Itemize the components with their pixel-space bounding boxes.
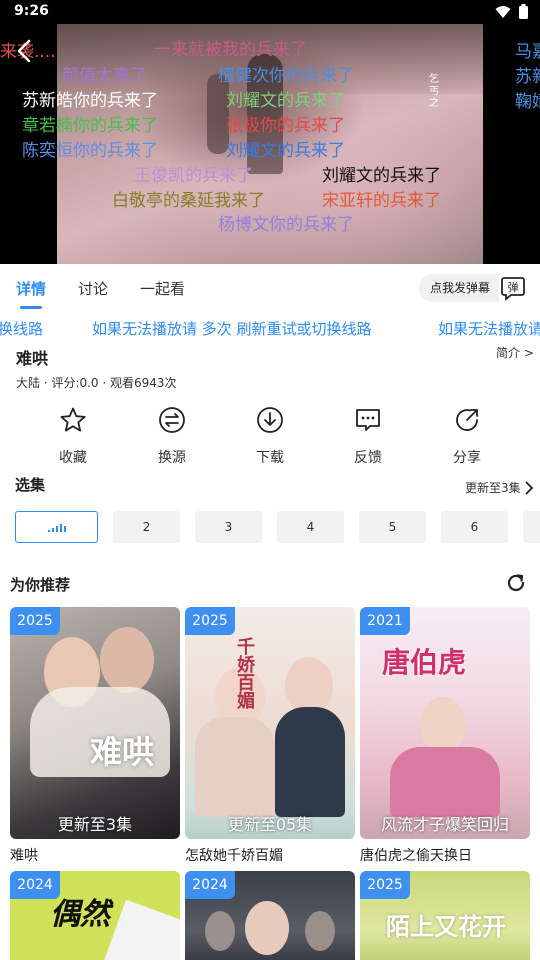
danmaku-text: 张极你的兵来了 <box>226 116 345 136</box>
status-bar: 9:26 <box>0 0 540 24</box>
card-title[interactable]: 难哄 <box>10 845 38 865</box>
poster-face <box>205 911 235 951</box>
tab-watch-together[interactable]: 一起看 <box>140 278 185 299</box>
notice-text: 换线路 <box>0 320 44 338</box>
show-title: 难哄 <box>16 349 49 368</box>
playing-bars-icon <box>47 524 66 532</box>
danmaku-text: 章若楠你的兵来了 <box>22 116 158 136</box>
poster-face <box>245 901 289 955</box>
notice-text: 如果无法播放请 <box>438 320 540 338</box>
share-button[interactable]: 分享 <box>437 406 497 467</box>
download-button[interactable]: 下载 <box>240 406 300 467</box>
feedback-label: 反馈 <box>354 450 382 466</box>
card-year-badge: 2024 <box>185 871 235 899</box>
poster-clothing <box>390 747 500 817</box>
danmaku-send-input[interactable]: 点我发弹幕 <box>419 274 499 302</box>
danmaku-text: 一来就被我的兵来了 <box>154 40 307 60</box>
poster-paper <box>98 899 180 960</box>
danmaku-text: 王俊凯的兵来了 <box>134 166 253 186</box>
recommend-card[interactable]: 2024 <box>185 871 355 960</box>
recommend-card[interactable]: 陌上又花开 2025 <box>360 871 530 960</box>
recommend-title: 为你推荐 <box>10 576 71 594</box>
danmaku-toggle-label: 弹 <box>508 280 519 294</box>
poster-clothing <box>275 707 345 817</box>
poster-face <box>305 911 335 951</box>
download-label: 下载 <box>256 450 284 466</box>
chevron-right-icon <box>525 480 533 495</box>
danmaku-text: 苏新 <box>515 67 540 87</box>
danmaku-text: 刘耀文的兵来了 <box>226 141 345 161</box>
danmaku-text: 陈奕恒你的兵来了 <box>22 141 158 161</box>
poster-face <box>100 627 154 693</box>
danmaku-text: 杨博文你的兵来了 <box>218 215 354 235</box>
share-label: 分享 <box>453 450 481 466</box>
recommend-card[interactable]: 难哄 2025 更新至3集 <box>10 607 180 839</box>
tab-active-indicator <box>20 306 42 309</box>
favorite-button[interactable]: 收藏 <box>43 406 103 467</box>
danmaku-text: 马嘉 <box>515 42 540 62</box>
card-episode-text: 更新至05集 <box>227 815 313 834</box>
card-year-badge: 2025 <box>360 871 410 899</box>
danmaku-text: 白敬亭的桑延我来了 <box>112 191 265 211</box>
danmaku-toggle-icon[interactable]: 弹 <box>500 275 526 301</box>
wifi-icon <box>495 5 511 18</box>
download-icon <box>257 407 283 433</box>
switch-source-button[interactable]: 换源 <box>142 406 202 467</box>
recommend-card[interactable]: 偶然 2024 <box>10 871 180 960</box>
danmaku-text: 檀健次你的兵来了 <box>218 66 354 86</box>
back-arrow-icon[interactable] <box>10 36 40 66</box>
poster-title-art: 难哄 <box>90 733 155 771</box>
tab-details[interactable]: 详情 <box>16 278 46 299</box>
card-year-badge: 2024 <box>10 871 60 899</box>
episode-item[interactable]: 4 <box>277 511 344 543</box>
share-icon <box>456 409 478 431</box>
feedback-button[interactable]: 反馈 <box>338 406 398 467</box>
episode-item[interactable]: 3 <box>195 511 262 543</box>
episodes-title: 选集 <box>15 476 46 494</box>
card-year-badge: 2021 <box>360 607 410 635</box>
episode-item[interactable]: 2 <box>113 511 180 543</box>
status-icons <box>495 4 528 19</box>
episodes-update-text: 更新至3集 <box>465 481 521 495</box>
card-title[interactable]: 怎敌她千娇百媚 <box>185 845 283 865</box>
card-episode-text: 风流才子爆笑回归 <box>380 815 509 834</box>
notice-marquee: 换线路 如果无法播放请 多次 刷新重试或切换线路 如果无法播放请 <box>0 316 540 340</box>
card-year-badge: 2025 <box>185 607 235 635</box>
episode-item[interactable]: 5 <box>359 511 426 543</box>
episode-current[interactable] <box>15 511 98 543</box>
video-watermark-text: 乞丐之 <box>429 74 439 109</box>
poster-title-art: 陌上又花开 <box>386 912 506 941</box>
star-icon <box>60 407 86 432</box>
poster-clothing <box>195 717 275 817</box>
danmaku-text: 颜值太高了 <box>62 66 147 86</box>
danmaku-text: 刘耀文的兵来了 <box>322 166 441 186</box>
episode-item-partial[interactable] <box>523 511 540 543</box>
recommend-card[interactable]: 唐伯虎 2021 风流才子爆笑回归 <box>360 607 530 839</box>
switch-source-label: 换源 <box>158 450 186 466</box>
episodes-update-link[interactable]: 更新至3集 <box>465 479 534 496</box>
card-title[interactable]: 唐伯虎之偷天换日 <box>360 845 472 865</box>
battery-icon <box>519 4 528 19</box>
poster-title-art: 唐伯虎 <box>382 646 467 679</box>
intro-link[interactable]: 简介 > <box>496 344 534 361</box>
tab-discussion[interactable]: 讨论 <box>78 278 108 299</box>
episode-item[interactable]: 6 <box>441 511 508 543</box>
danmaku-text: 宋亚轩的兵来了 <box>322 191 441 211</box>
poster-title-art: 千娇百媚 <box>234 637 255 709</box>
notice-text: 如果无法播放请 多次 刷新重试或切换线路 <box>92 320 372 338</box>
danmaku-text: 刘耀文的兵来了 <box>226 91 345 111</box>
status-time: 9:26 <box>14 3 49 19</box>
refresh-icon[interactable] <box>505 572 527 594</box>
feedback-icon <box>356 409 380 431</box>
video-player[interactable]: 乞丐之 来袭.... 一来就被我的兵来了 颜值太高了 檀健次你的兵来了 苏新皓你… <box>0 24 540 264</box>
danmaku-text: 苏新皓你的兵来了 <box>22 91 158 111</box>
favorite-label: 收藏 <box>59 450 87 466</box>
card-episode-text: 更新至3集 <box>57 815 133 834</box>
show-meta: 大陆 · 评分:0.0 · 观看6943次 <box>16 376 177 390</box>
danmaku-text: 鞠婧 <box>515 92 540 112</box>
card-year-badge: 2025 <box>10 607 60 635</box>
recommend-card[interactable]: 千娇百媚 2025 更新至05集 <box>185 607 355 839</box>
swap-icon <box>159 407 185 433</box>
poster-face <box>420 697 466 753</box>
